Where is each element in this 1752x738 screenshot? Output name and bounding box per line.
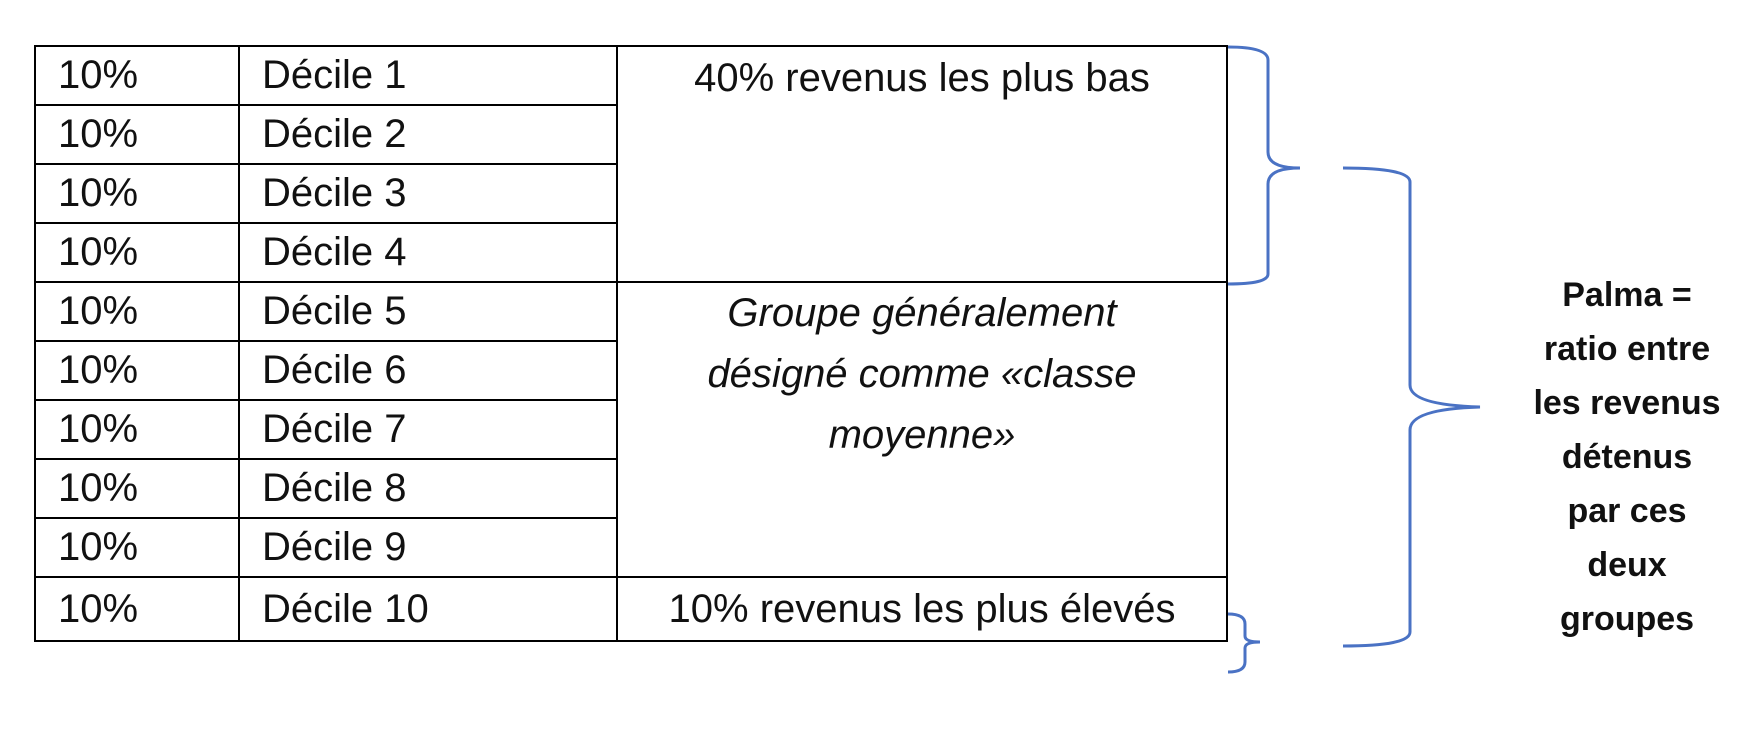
- top-10-brace: [1227, 612, 1261, 674]
- palma-label-line: deux: [1587, 546, 1667, 584]
- palma-label-line: les revenus: [1533, 384, 1721, 422]
- palma-brace: [1342, 166, 1481, 648]
- palma-label-line: détenus: [1561, 438, 1693, 476]
- palma-label-line: ratio entre: [1543, 330, 1711, 368]
- palma-label-line: groupes: [1559, 600, 1695, 638]
- palma-label: Palma = ratio entre les revenus détenus …: [1522, 268, 1732, 646]
- bottom-40-brace: [1227, 45, 1301, 286]
- palma-label-line: Palma =: [1562, 276, 1692, 314]
- palma-label-line: par ces: [1567, 492, 1687, 530]
- braces-layer: [1227, 45, 1481, 674]
